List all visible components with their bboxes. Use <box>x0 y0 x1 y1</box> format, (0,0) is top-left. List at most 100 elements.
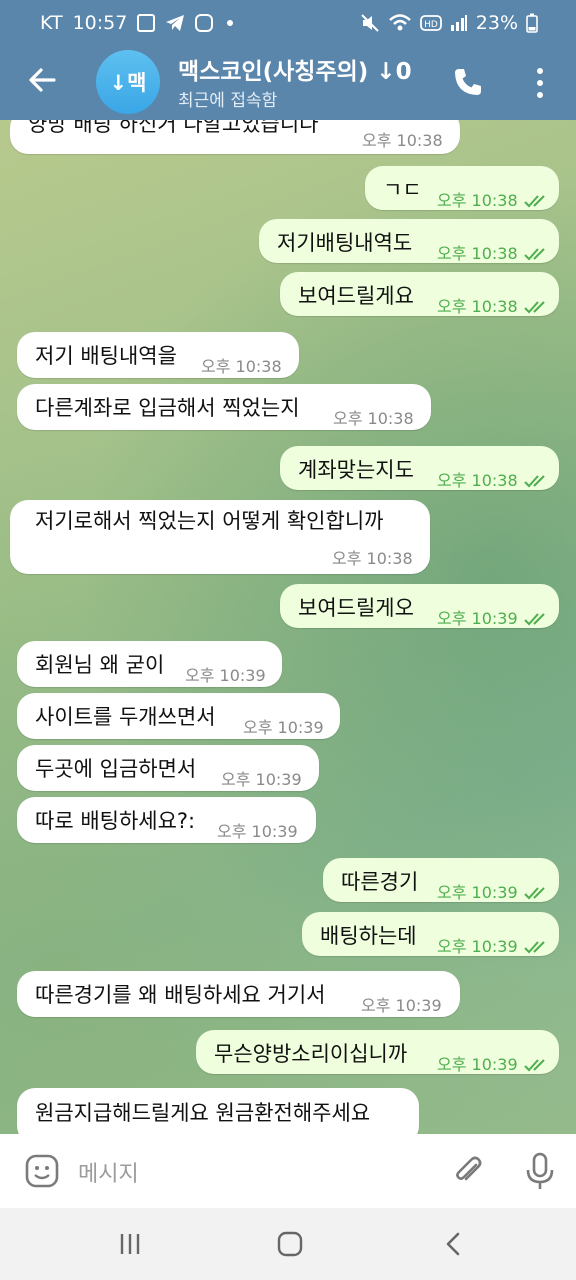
message-text: 저기로해서 찍었는지 어떻게 확인합니까 <box>35 509 384 533</box>
instagram-icon <box>195 14 214 32</box>
attach-paperclip-icon[interactable] <box>450 1153 486 1189</box>
outgoing-message[interactable]: 보여드릴게요오후 10:38 <box>280 272 559 316</box>
more-vertical-icon[interactable] <box>528 66 552 100</box>
incoming-message[interactable]: 두곳에 입금하면서오후 10:39 <box>17 745 319 791</box>
wifi-icon <box>388 14 411 31</box>
message-meta: 오후 10:38 <box>332 546 413 572</box>
system-nav-bar <box>0 1208 576 1280</box>
message-text: 따른경기 <box>341 870 419 894</box>
message-text: 회원님 왜 굳이 <box>35 653 165 677</box>
outgoing-message[interactable]: 따른경기오후 10:39 <box>323 858 559 902</box>
avatar[interactable]: ↓맥 <box>96 50 160 114</box>
phone-icon[interactable] <box>450 64 486 100</box>
message-time: 오후 10:39 <box>221 770 302 789</box>
message-text: 다른계좌로 입금해서 찍었는지 <box>35 396 300 420</box>
message-text: 무슨양방소리이십니까 <box>214 1042 408 1066</box>
hd-icon: HD <box>419 15 442 31</box>
recent-apps-icon[interactable] <box>116 1230 144 1258</box>
gallery-icon <box>137 14 156 32</box>
message-meta: 오후 10:38 <box>437 188 550 214</box>
message-text: 저기배팅내역도 <box>277 231 413 255</box>
double-check-icon <box>523 301 545 314</box>
message-meta: 오후 10:38 <box>362 128 443 154</box>
double-check-icon <box>523 1059 545 1072</box>
svg-text:HD: HD <box>424 20 438 30</box>
outgoing-message[interactable]: 배팅하는데오후 10:39 <box>302 912 559 956</box>
message-time: 오후 10:39 <box>185 666 266 685</box>
outgoing-message[interactable]: ㄱㄷ 오후 10:38 <box>365 166 559 210</box>
message-list[interactable]: 양방 배팅 하신거 다알고있습니다 오후 10:38 ㄱㄷ 오후 10:38 저기배팅내… <box>0 120 576 1134</box>
message-meta: 오후 10:39 <box>185 663 266 689</box>
message-text: 따른경기를 왜 배팅하세요 거기서 <box>35 983 326 1007</box>
message-time: 오후 10:38 <box>437 191 518 210</box>
microphone-icon[interactable] <box>524 1151 556 1191</box>
message-time: 오후 10:39 <box>437 883 518 902</box>
incoming-message[interactable]: 저기 배팅내역을 오후 10:38 <box>17 332 299 378</box>
message-time: 오후 10:39 <box>217 822 298 841</box>
carrier-label: KT <box>40 12 63 34</box>
battery-icon <box>526 13 538 33</box>
telegram-icon <box>166 15 185 31</box>
double-check-icon <box>523 248 545 261</box>
outgoing-message[interactable]: 저기배팅내역도오후 10:38 <box>259 219 559 263</box>
message-meta: 오후 10:39 <box>221 767 302 793</box>
message-text: 계좌맞는지도 <box>298 458 414 482</box>
message-time: 오후 10:39 <box>437 1055 518 1074</box>
chat-title[interactable]: 맥스코인(사칭주의) ↓0 <box>178 52 433 86</box>
incoming-message[interactable]: 따로 배팅하세요?: 오후 10:39 <box>17 797 316 843</box>
incoming-message[interactable]: 원금지급해드릴게요 원금환전해주세요 <box>17 1088 419 1134</box>
incoming-message[interactable]: 저기로해서 찍었는지 어떻게 확인합니까오후 10:38 <box>10 500 430 574</box>
message-text: 사이트를 두개쓰면서 <box>35 705 216 729</box>
incoming-message[interactable]: 양방 배팅 하신거 다알고있습니다오후 10:38 <box>10 120 460 154</box>
incoming-message[interactable]: 회원님 왜 굳이오후 10:39 <box>17 641 282 687</box>
message-text: 보여드릴게요 <box>298 284 414 308</box>
message-text: 보여드릴게오 <box>298 596 414 620</box>
double-check-icon <box>523 941 545 954</box>
message-text: ㄱㄷ <box>383 178 422 202</box>
message-time: 오후 10:38 <box>362 131 443 150</box>
outgoing-message[interactable]: 보여드릴게오오후 10:39 <box>280 584 559 628</box>
double-check-icon <box>523 475 545 488</box>
chat-header: ↓맥 맥스코인(사칭주의) ↓0 최근에 접속함 <box>0 46 576 120</box>
message-time: 오후 10:39 <box>437 937 518 956</box>
message-text: 저기 배팅내역을 <box>35 344 177 368</box>
incoming-message[interactable]: 따른경기를 왜 배팅하세요 거기서오후 10:39 <box>17 971 460 1017</box>
message-time: 오후 10:38 <box>437 297 518 316</box>
message-time: 오후 10:39 <box>437 609 518 628</box>
message-time: 오후 10:39 <box>243 718 324 737</box>
message-time: 오후 10:38 <box>437 471 518 490</box>
message-time: 오후 10:38 <box>332 549 413 568</box>
message-meta: 오후 10:39 <box>437 606 550 632</box>
incoming-message[interactable]: 다른계좌로 입금해서 찍었는지오후 10:38 <box>17 384 431 430</box>
message-time: 오후 10:38 <box>333 409 414 428</box>
message-text: 두곳에 입금하면서 <box>35 757 197 781</box>
message-meta: 오후 10:38 <box>437 241 550 267</box>
outgoing-message[interactable]: 계좌맞는지도오후 10:38 <box>280 446 559 490</box>
nav-back-icon[interactable] <box>440 1230 468 1258</box>
double-check-icon <box>523 887 545 900</box>
mute-icon <box>361 14 379 32</box>
message-text: 배팅하는데 <box>320 924 417 948</box>
signal-icon <box>450 15 467 31</box>
message-text: 양방 배팅 하신거 다알고있습니다 <box>28 120 319 136</box>
home-icon[interactable] <box>276 1230 304 1258</box>
message-input[interactable]: 메시지 <box>78 1156 139 1188</box>
message-time: 오후 10:38 <box>437 244 518 263</box>
emoji-sticker-icon[interactable] <box>24 1153 60 1189</box>
message-input-bar: 메시지 <box>0 1134 576 1208</box>
message-text: 따로 배팅하세요?: <box>35 809 196 833</box>
battery-percent: 23% <box>475 12 518 34</box>
message-meta: 오후 10:38 <box>437 468 550 494</box>
message-meta: 오후 10:39 <box>437 934 550 960</box>
clock: 10:57 <box>72 12 128 34</box>
incoming-message[interactable]: 사이트를 두개쓰면서오후 10:39 <box>17 693 340 739</box>
message-time: 오후 10:39 <box>361 996 442 1015</box>
message-meta: 오후 10:39 <box>437 1052 550 1078</box>
back-arrow-icon[interactable] <box>24 62 60 98</box>
message-meta: 오후 10:38 <box>333 406 414 432</box>
message-meta: 오후 10:39 <box>243 715 324 741</box>
double-check-icon <box>523 195 545 208</box>
outgoing-message[interactable]: 무슨양방소리이십니까오후 10:39 <box>196 1030 559 1074</box>
status-bar: KT 10:57 HD 23% <box>0 0 576 46</box>
notification-dot-icon <box>227 20 234 26</box>
